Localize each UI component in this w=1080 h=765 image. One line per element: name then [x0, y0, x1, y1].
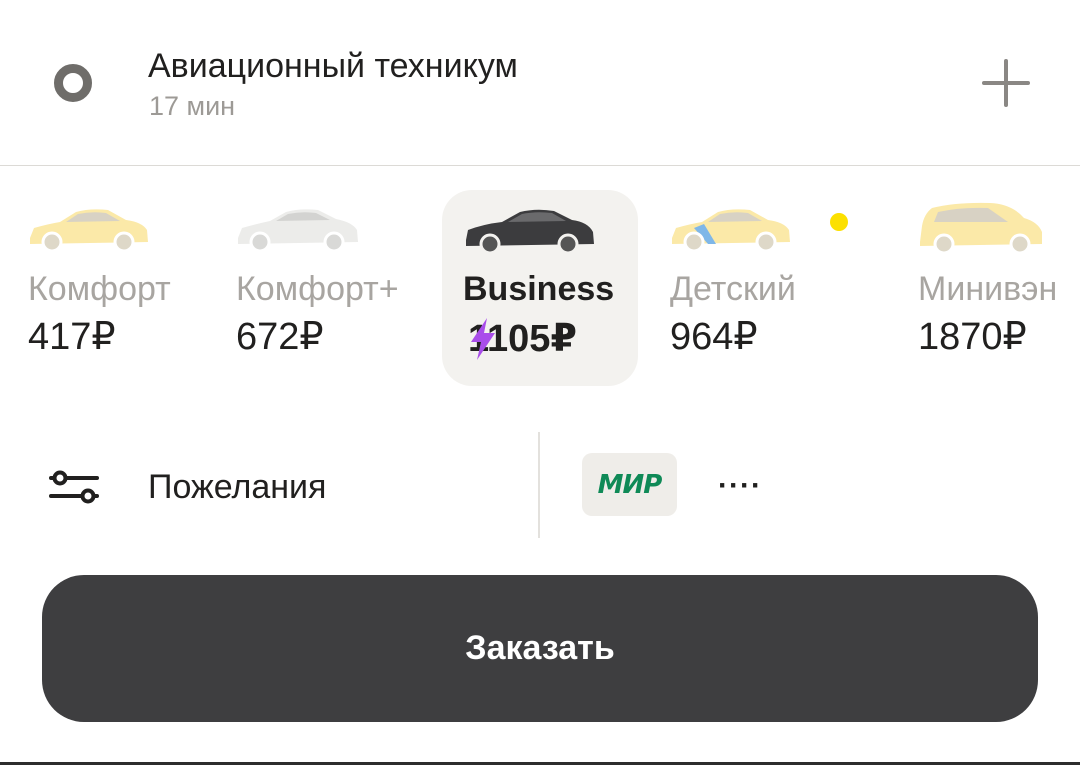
wishes-button[interactable]: Пожелания [0, 432, 538, 540]
tariff-komfort[interactable]: Комфорт 417₽ [22, 190, 202, 386]
tariff-name: Детский [670, 270, 796, 308]
wishes-label: Пожелания [148, 468, 327, 506]
destination-eta: 17 мин [149, 91, 236, 121]
tariff-carousel[interactable]: Комфорт 417₽ Комфорт+ 672₽ Business 1105… [0, 190, 1080, 390]
filter-sliders-icon [49, 470, 99, 504]
payment-method-button[interactable]: МИР ···· [540, 432, 1080, 540]
mir-logo: МИР [582, 453, 677, 516]
car-icon [30, 209, 148, 252]
lightning-icon [471, 318, 495, 360]
car-icon [466, 209, 594, 254]
destination-point-icon [54, 64, 92, 102]
order-button[interactable]: Заказать [42, 575, 1038, 722]
order-button-label: Заказать [465, 629, 615, 667]
car-icon [920, 202, 1042, 254]
promo-dot-icon [830, 213, 848, 231]
tariff-miniven[interactable]: Минивэн 1870₽ [912, 190, 1080, 386]
tariff-name: Business [463, 270, 615, 308]
car-icon [238, 209, 358, 252]
tariff-name: Минивэн [918, 270, 1058, 308]
tariff-business[interactable]: Business 1105₽ [442, 190, 638, 386]
tariff-name: Комфорт [28, 270, 171, 308]
tariff-price: 964₽ [670, 316, 758, 358]
car-icon [672, 209, 790, 252]
tariff-detskiy[interactable]: Детский 964₽ [664, 190, 844, 386]
destination-row[interactable]: Авиационный техникум 17 мин [0, 0, 1080, 166]
taxi-order-screen: Авиационный техникум 17 мин Комфорт 417₽… [0, 0, 1080, 765]
tariff-price: 672₽ [236, 316, 324, 358]
options-row: Пожелания МИР ···· [0, 432, 1080, 540]
divider [0, 165, 1080, 166]
tariff-name: Комфорт+ [236, 270, 399, 308]
tariff-price: 417₽ [28, 316, 116, 358]
tariff-price: 1870₽ [918, 316, 1027, 358]
card-number-masked: ···· [718, 469, 762, 502]
tariff-komfort-plus[interactable]: Комфорт+ 672₽ [230, 190, 430, 386]
add-stop-plus-icon[interactable] [978, 56, 1034, 112]
destination-title: Авиационный техникум [148, 47, 518, 85]
tariff-price-row: 1105₽ [468, 318, 577, 360]
